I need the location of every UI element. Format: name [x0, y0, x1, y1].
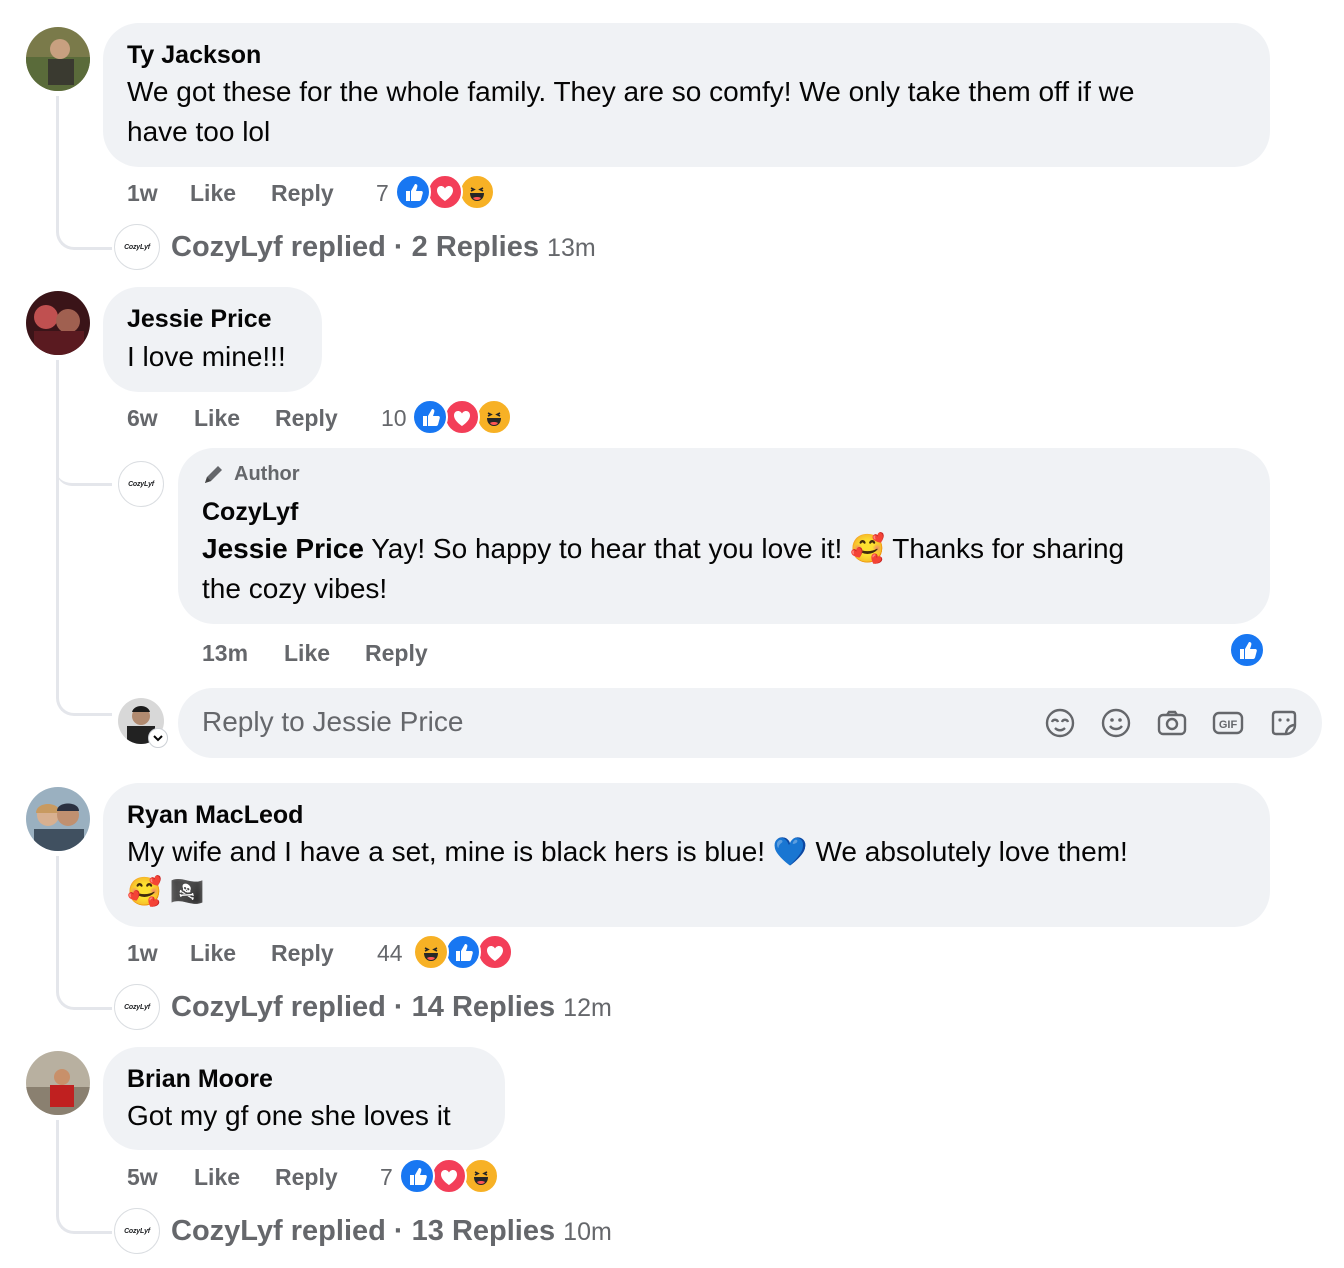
reaction-count[interactable]: 10 — [381, 405, 407, 432]
avatar-sticker-icon[interactable] — [1044, 707, 1076, 739]
like-icon — [395, 174, 431, 210]
love-icon — [477, 934, 513, 970]
gif-icon[interactable]: GIF — [1212, 707, 1244, 739]
replied-by: CozyLyf replied — [171, 231, 386, 263]
view-replies-link[interactable]: CozyLyf replied · 13 Replies 10m — [171, 1215, 612, 1248]
comment-text: have too lol — [127, 116, 271, 147]
view-replies-link[interactable]: CozyLyf replied · 2 Replies 13m — [171, 231, 596, 264]
like-button[interactable]: Like — [284, 640, 330, 667]
reply-placeholder: Reply to Jessie Price — [202, 706, 464, 737]
reply-button[interactable]: Reply — [271, 940, 334, 967]
reply-text: the cozy vibes! — [202, 573, 388, 604]
like-icon — [445, 934, 481, 970]
replied-time: 10m — [563, 1218, 612, 1246]
haha-icon — [413, 934, 449, 970]
reaction-summary[interactable] — [395, 174, 505, 212]
current-user-avatar[interactable] — [118, 698, 168, 748]
replies-count: · 13 Replies — [393, 1215, 556, 1247]
reaction-summary[interactable] — [413, 934, 523, 972]
comment-text: We got these for the whole family. They … — [127, 76, 1135, 107]
reply-button[interactable]: Reply — [271, 180, 334, 207]
avatar[interactable] — [26, 27, 90, 91]
page-avatar[interactable]: CozyLyf — [114, 224, 160, 270]
thread-line — [56, 360, 59, 480]
reply-button[interactable]: Reply — [365, 640, 428, 667]
thread-line — [56, 1120, 112, 1234]
cozylyf-logo: CozyLyf — [124, 243, 150, 251]
replied-time: 12m — [563, 994, 612, 1022]
reaction-count[interactable]: 7 — [380, 1164, 393, 1191]
view-replies-link[interactable]: CozyLyf replied · 14 Replies 12m — [171, 991, 612, 1024]
reply-button[interactable]: Reply — [275, 405, 338, 432]
chevron-down-icon[interactable] — [148, 728, 168, 748]
reaction-count[interactable]: 7 — [376, 180, 389, 207]
comment-time[interactable]: 1w — [127, 940, 158, 967]
like-button[interactable]: Like — [190, 180, 236, 207]
haha-icon — [476, 399, 512, 435]
reply-text: Jessie Price Yay! So happy to hear that … — [202, 529, 1124, 569]
camera-icon[interactable] — [1156, 707, 1188, 739]
comment-author[interactable]: Ryan MacLeod — [127, 801, 303, 830]
love-icon — [431, 1158, 467, 1194]
comment-time[interactable]: 5w — [127, 1164, 158, 1191]
love-icon — [427, 174, 463, 210]
page-avatar[interactable]: CozyLyf — [118, 461, 164, 507]
cozylyf-logo: CozyLyf — [124, 1003, 150, 1011]
reply-button[interactable]: Reply — [275, 1164, 338, 1191]
page-avatar[interactable]: CozyLyf — [114, 984, 160, 1030]
like-button[interactable]: Like — [194, 405, 240, 432]
mention-link[interactable]: Jessie Price — [202, 533, 364, 564]
reaction-summary[interactable] — [412, 399, 522, 437]
avatar[interactable] — [26, 787, 90, 851]
reply-time[interactable]: 13m — [202, 640, 248, 667]
comment-text: 🥰 🏴‍☠️ — [127, 876, 205, 907]
replies-count: · 14 Replies — [393, 991, 556, 1023]
reaction-summary[interactable] — [399, 1158, 509, 1196]
like-icon — [399, 1158, 435, 1194]
thread-line — [56, 470, 112, 716]
reaction-count[interactable]: 44 — [377, 940, 403, 967]
like-button[interactable]: Like — [194, 1164, 240, 1191]
reply-author[interactable]: CozyLyf — [202, 498, 298, 527]
comment-author[interactable]: Jessie Price — [127, 305, 272, 334]
page-avatar[interactable]: CozyLyf — [114, 1208, 160, 1254]
reply-text-body: Yay! So happy to hear that you love it! … — [371, 533, 1125, 564]
avatar[interactable] — [26, 291, 90, 355]
replied-by: CozyLyf replied — [171, 991, 386, 1023]
replied-time: 13m — [547, 234, 596, 262]
cozylyf-logo: CozyLyf — [124, 1227, 150, 1235]
cozylyf-logo: CozyLyf — [128, 480, 154, 488]
replies-count: · 2 Replies — [393, 231, 539, 263]
sticker-icon[interactable] — [1268, 707, 1300, 739]
comment-text: I love mine!!! — [127, 341, 286, 372]
comment-time[interactable]: 1w — [127, 180, 158, 207]
author-badge: Author — [202, 462, 300, 486]
haha-icon — [459, 174, 495, 210]
svg-text:GIF: GIF — [1219, 719, 1238, 731]
author-badge-label: Author — [234, 462, 300, 485]
like-icon — [412, 399, 448, 435]
comment-author[interactable]: Brian Moore — [127, 1065, 273, 1094]
comment-time[interactable]: 6w — [127, 405, 158, 432]
comment-text: My wife and I have a set, mine is black … — [127, 836, 1128, 867]
pencil-icon — [202, 462, 226, 486]
comment-text: Got my gf one she loves it — [127, 1100, 451, 1131]
comment-author[interactable]: Ty Jackson — [127, 41, 261, 70]
like-icon[interactable] — [1229, 632, 1265, 668]
like-button[interactable]: Like — [190, 940, 236, 967]
avatar[interactable] — [26, 1051, 90, 1115]
emoji-icon[interactable] — [1100, 707, 1132, 739]
haha-icon — [463, 1158, 499, 1194]
replied-by: CozyLyf replied — [171, 1215, 386, 1247]
reply-input[interactable]: Reply to Jessie Price GIF — [178, 688, 1322, 758]
love-icon — [444, 399, 480, 435]
